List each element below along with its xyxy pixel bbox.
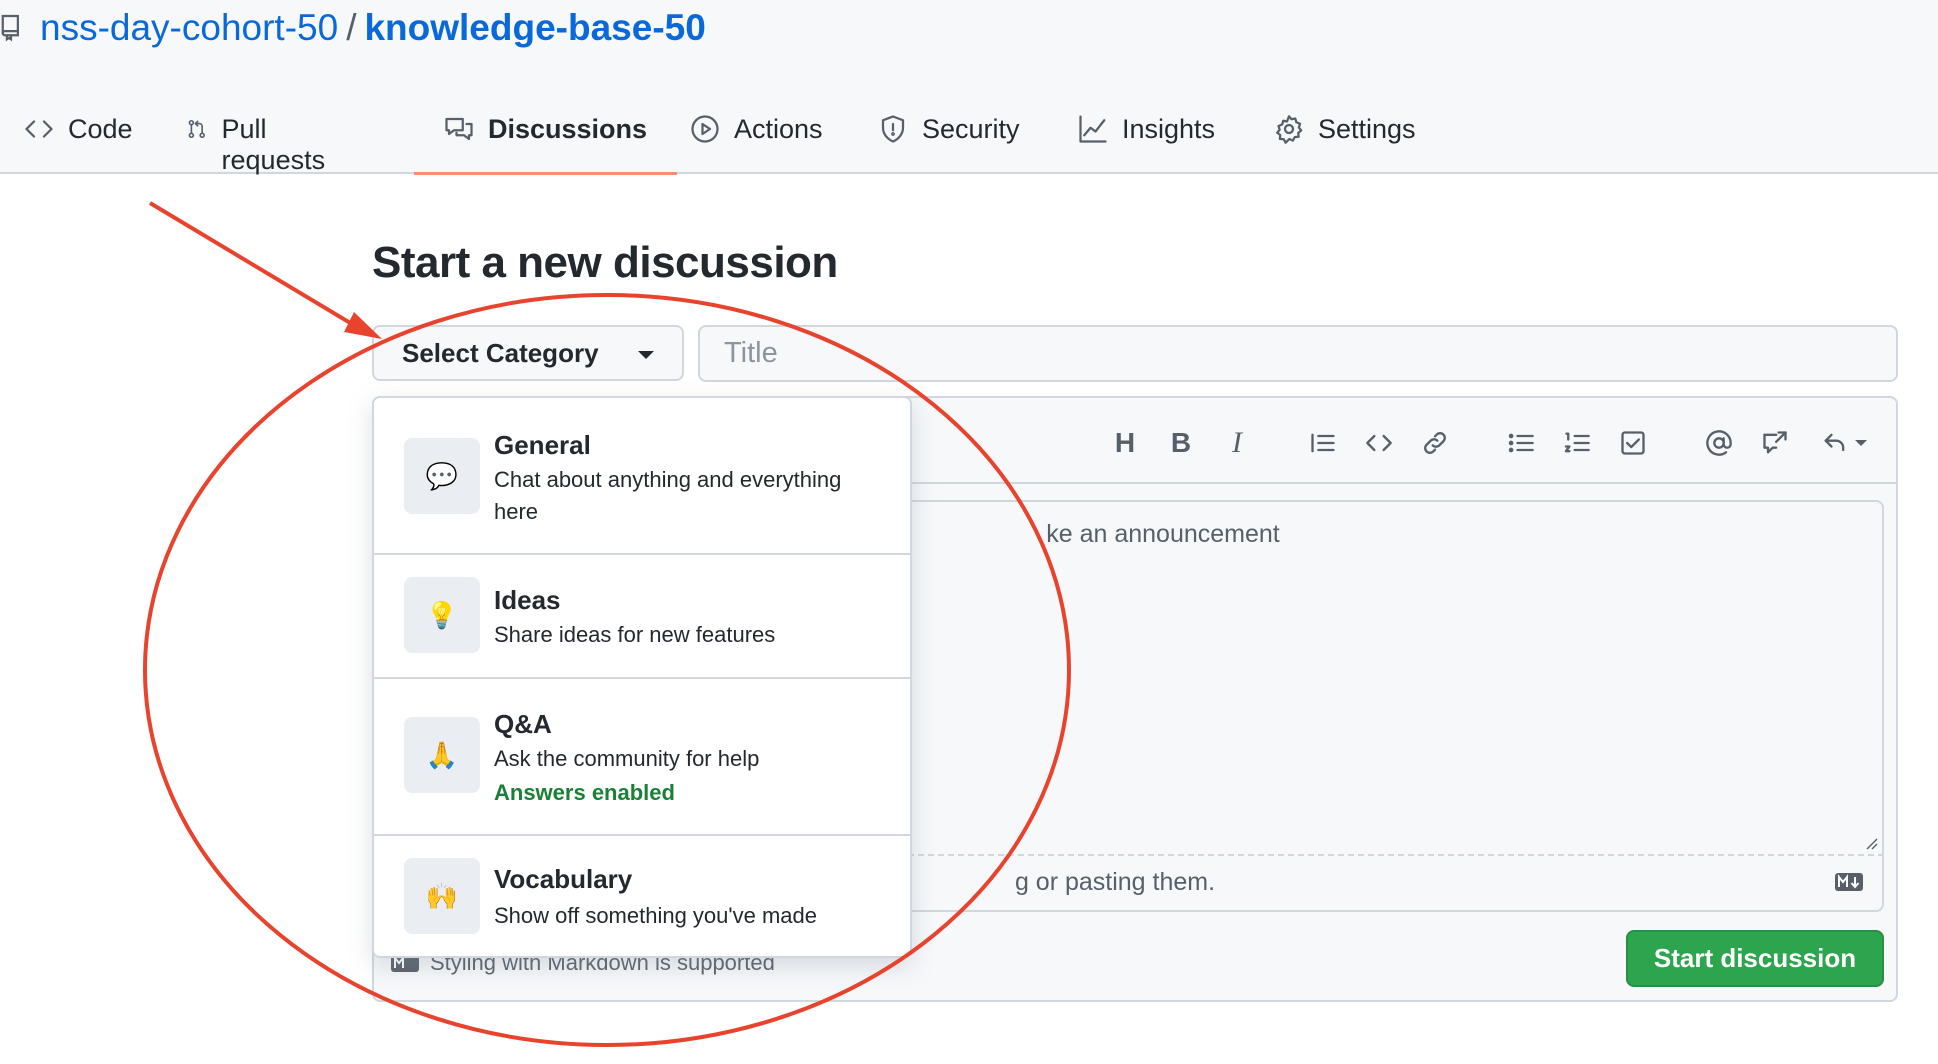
code-icon[interactable] [1364, 428, 1394, 458]
gear-icon [1276, 115, 1303, 144]
pull-request-icon [188, 119, 205, 139]
resize-handle-icon[interactable] [1864, 836, 1878, 850]
tab-label: Settings [1318, 114, 1416, 144]
tab-actions[interactable]: Actions [690, 100, 823, 174]
tab-settings[interactable]: Settings [1274, 100, 1416, 174]
tab-label: Pull requests [221, 114, 326, 175]
italic-icon[interactable]: I [1222, 426, 1252, 459]
numbered-list-icon[interactable] [1562, 428, 1592, 458]
category-item-qa[interactable]: 🙏 Q&A Ask the community for help Answers… [374, 679, 910, 836]
bulleted-list-icon[interactable] [1506, 428, 1536, 458]
play-icon [691, 115, 719, 143]
code-icon [25, 120, 53, 138]
category-dropdown: 💬 General Chat about anything and everyt… [372, 396, 912, 958]
category-description: Ask the community for help [494, 746, 760, 771]
light-bulb-icon: 💡 [404, 577, 480, 653]
tab-label: Code [68, 114, 133, 144]
discussions-icon [445, 117, 473, 141]
cross-reference-icon[interactable] [1760, 428, 1790, 458]
answers-enabled-label: Answers enabled [494, 780, 675, 805]
category-description: Show off something you've made [494, 903, 817, 928]
markdown-icon [1835, 873, 1863, 891]
category-item-vocabulary[interactable]: 🙌 Vocabulary Show off something you've m… [374, 836, 910, 956]
category-item-ideas[interactable]: 💡 Ideas Share ideas for new features [374, 555, 910, 679]
tab-label: Security [922, 114, 1020, 144]
heading-icon[interactable]: H [1110, 427, 1140, 458]
repo-icon [0, 12, 26, 44]
tab-security[interactable]: Security [878, 100, 1020, 174]
select-category-button[interactable]: Select Category [372, 325, 684, 381]
category-name: Vocabulary [494, 864, 633, 894]
repo-header: nss-day-cohort-50 / knowledge-base-50 Co… [0, 0, 1938, 175]
category-name: Q&A [494, 709, 552, 739]
start-discussion-button[interactable]: Start discussion [1626, 930, 1884, 987]
tab-code[interactable]: Code [24, 100, 133, 174]
annotation-arrow [148, 201, 364, 332]
triangle-down-icon [638, 351, 654, 359]
tab-pull-requests[interactable]: Pull requests [186, 100, 334, 175]
graph-icon [1079, 115, 1107, 143]
category-description: Share ideas for new features [494, 622, 776, 647]
title-input[interactable] [698, 325, 1898, 382]
category-description: Chat about anything and everything here [494, 467, 842, 524]
category-item-general[interactable]: 💬 General Chat about anything and everyt… [374, 398, 910, 555]
category-name: Ideas [494, 585, 561, 615]
tab-label: Actions [734, 114, 823, 144]
breadcrumb-separator: / [346, 7, 357, 48]
tab-discussions[interactable]: Discussions [413, 100, 678, 175]
mention-icon[interactable] [1704, 428, 1734, 458]
tab-label: Insights [1122, 114, 1216, 144]
repo-owner-link[interactable]: nss-day-cohort-50 [40, 7, 338, 49]
shield-icon [881, 115, 905, 143]
task-list-icon[interactable] [1618, 428, 1648, 458]
bold-icon[interactable]: B [1166, 427, 1196, 458]
chevron-down-icon [1855, 440, 1867, 446]
repo-name-link[interactable]: knowledge-base-50 [364, 7, 705, 49]
reply-icon[interactable] [1816, 428, 1872, 458]
tab-insights[interactable]: Insights [1078, 100, 1215, 174]
repo-breadcrumb: nss-day-cohort-50 / knowledge-base-50 [0, 6, 706, 50]
speech-balloon-icon: 💬 [404, 438, 480, 514]
select-category-label: Select Category [402, 337, 599, 368]
category-name: General [494, 430, 591, 460]
page-title: Start a new discussion [372, 238, 838, 287]
tab-label: Discussions [488, 114, 648, 144]
quote-icon[interactable] [1308, 428, 1338, 458]
raising-hands-icon: 🙌 [404, 858, 480, 934]
folded-hands-icon: 🙏 [404, 717, 480, 793]
link-icon[interactable] [1420, 428, 1450, 458]
